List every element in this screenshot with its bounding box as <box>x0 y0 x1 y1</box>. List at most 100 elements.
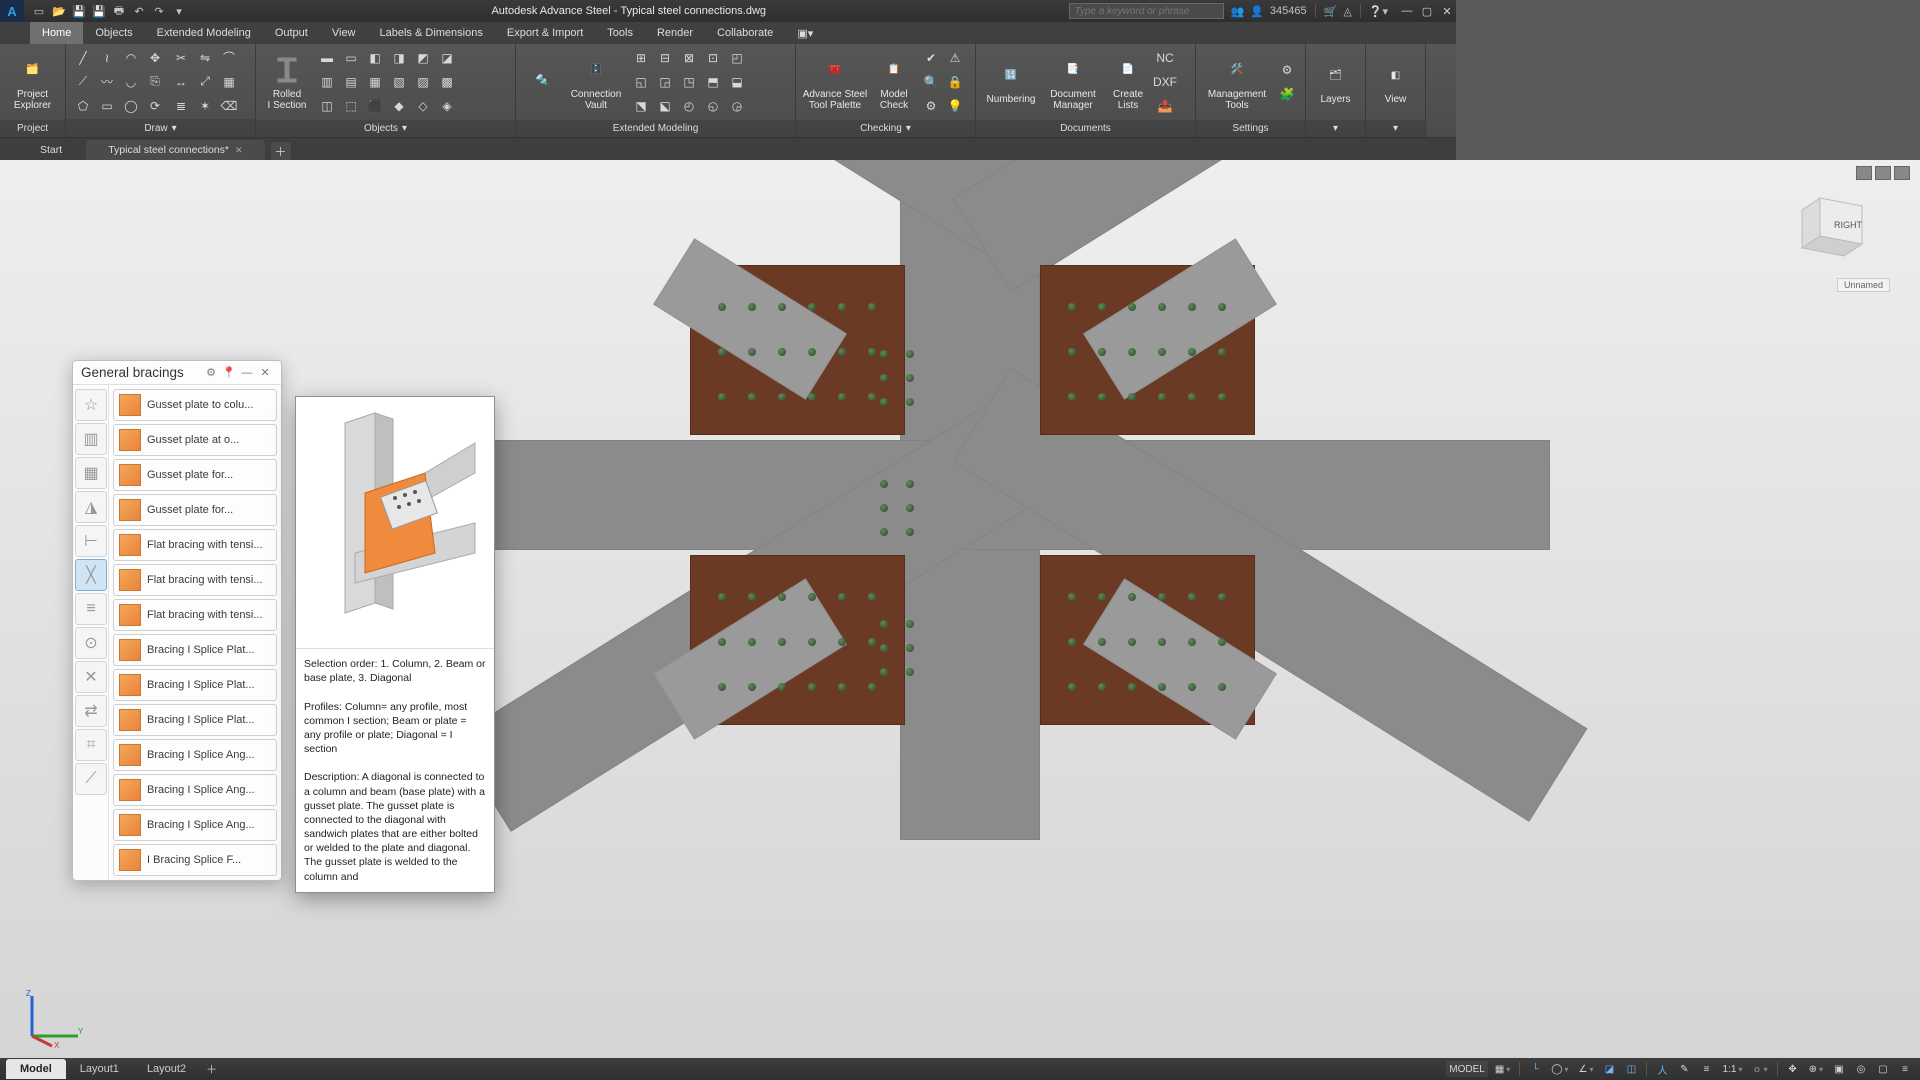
user-icon[interactable]: 👤 <box>1250 5 1264 18</box>
obj-icon[interactable]: ◫ <box>316 95 338 117</box>
vp-maximize-icon[interactable] <box>1875 166 1891 180</box>
user-label[interactable]: 345465 <box>1270 5 1307 17</box>
obj-icon[interactable]: ◨ <box>388 47 410 69</box>
obj-icon[interactable]: ⬛ <box>364 95 386 117</box>
array-icon[interactable]: ▦ <box>218 71 240 93</box>
move-icon[interactable]: ✥ <box>144 47 166 69</box>
status-anno-icon[interactable]: ⊕▾ <box>1806 1061 1826 1077</box>
scale-icon[interactable]: ⤢ <box>194 71 216 93</box>
palette-item[interactable]: Gusset plate for... <box>113 494 277 526</box>
search-input[interactable] <box>1069 3 1224 19</box>
palette-tab[interactable]: ◮ <box>75 491 107 523</box>
qat-more-icon[interactable]: ▾ <box>170 3 188 19</box>
panel-label-objects[interactable]: Objects ▾ <box>256 120 515 137</box>
doc-icon[interactable]: DXF <box>1154 71 1176 93</box>
ext-icon[interactable]: ◴ <box>678 95 700 117</box>
obj-icon[interactable]: ▤ <box>340 71 362 93</box>
document-manager-button[interactable]: 📑Document Manager <box>1044 46 1102 118</box>
status-3dosnap-icon[interactable]: ◫ <box>1622 1061 1640 1077</box>
erase-icon[interactable]: ⌫ <box>218 95 240 117</box>
signin-icon[interactable]: 👥 <box>1230 5 1244 18</box>
palette-tab[interactable]: ⊙ <box>75 627 107 659</box>
panel-label-checking[interactable]: Checking ▾ <box>796 120 975 137</box>
line-icon[interactable]: ╱ <box>72 47 94 69</box>
gear-icon[interactable]: ⚙ <box>203 365 219 381</box>
status-clean-icon[interactable]: ▢ <box>1874 1061 1892 1077</box>
help-icon[interactable]: ❔▾ <box>1369 5 1388 18</box>
view-cube[interactable]: RIGHT Unnamed <box>1790 186 1880 276</box>
close-icon[interactable]: ✕ <box>257 365 273 381</box>
palette-tab-selected[interactable]: ╳ <box>75 559 107 591</box>
ext-icon[interactable]: ⬔ <box>630 95 652 117</box>
ribbon-tab-output[interactable]: Output <box>263 22 320 44</box>
obj-icon[interactable]: ▥ <box>316 71 338 93</box>
view-state-label[interactable]: Unnamed <box>1837 278 1890 292</box>
construction-line-icon[interactable]: ⟋ <box>72 71 94 93</box>
status-snap-icon[interactable]: └ <box>1526 1061 1544 1077</box>
palette-item[interactable]: Bracing I Splice Ang... <box>113 774 277 806</box>
ext-icon[interactable]: ◰ <box>726 47 748 69</box>
status-model-button[interactable]: MODEL <box>1446 1061 1488 1077</box>
status-dynamic-ucs-icon[interactable]: 人 <box>1653 1061 1671 1077</box>
ribbon-tab-home[interactable]: Home <box>30 22 83 44</box>
ribbon-tab-objects[interactable]: Objects <box>83 22 144 44</box>
ext-icon[interactable]: ◵ <box>702 95 724 117</box>
tab-file[interactable]: Typical steel connections*✕ <box>86 140 264 160</box>
palette-tab[interactable]: ▦ <box>75 457 107 489</box>
palette-item[interactable]: Flat bracing with tensi... <box>113 599 277 631</box>
ribbon-tab-labels[interactable]: Labels & Dimensions <box>368 22 495 44</box>
palette-item[interactable]: Flat bracing with tensi... <box>113 529 277 561</box>
palette-tab[interactable]: ⇄ <box>75 695 107 727</box>
palette-tab[interactable]: ▥ <box>75 423 107 455</box>
management-tools-button[interactable]: 🛠️Management Tools <box>1202 46 1272 118</box>
ribbon-tab-collaborate[interactable]: Collaborate <box>705 22 785 44</box>
status-isoplane-icon[interactable]: ✥ <box>1784 1061 1802 1077</box>
rolled-isection-button[interactable]: Rolled I Section <box>262 46 312 118</box>
obj-icon[interactable]: ◆ <box>388 95 410 117</box>
status-customize-icon[interactable]: ≡ <box>1896 1061 1914 1077</box>
status-gear-icon[interactable]: ☼▾ <box>1749 1061 1770 1077</box>
obj-icon[interactable]: ▦ <box>364 71 386 93</box>
check-icon[interactable]: 🔒 <box>944 71 966 93</box>
minimize-icon[interactable]: — <box>239 365 255 381</box>
doc-icon[interactable]: NC <box>1154 47 1176 69</box>
ribbon-tab-expand-icon[interactable]: ▣▾ <box>785 22 825 44</box>
numbering-button[interactable]: 🔢Numbering <box>982 46 1040 118</box>
panel-label-project[interactable]: Project <box>0 120 65 137</box>
connection-vault-button[interactable]: 🗄️Connection Vault <box>566 46 626 118</box>
palette-item[interactable]: I Bracing Splice F... <box>113 844 277 876</box>
qat-print-icon[interactable]: 🖶 <box>110 3 128 19</box>
obj-icon[interactable]: ▭ <box>340 47 362 69</box>
status-isolate-icon[interactable]: ◎ <box>1852 1061 1870 1077</box>
palette-item[interactable]: Gusset plate to colu... <box>113 389 277 421</box>
ext-icon[interactable]: ⊟ <box>654 47 676 69</box>
layout-tab-layout1[interactable]: Layout1 <box>66 1059 133 1079</box>
palette-item[interactable]: Bracing I Splice Ang... <box>113 739 277 771</box>
status-osnap-icon[interactable]: ◪ <box>1600 1061 1618 1077</box>
obj-icon[interactable]: ◈ <box>436 95 458 117</box>
panel-label-layers[interactable]: ▾ <box>1306 120 1365 137</box>
tab-start[interactable]: Start <box>18 140 84 160</box>
palette-tab[interactable]: ☆ <box>75 389 107 421</box>
restore-button[interactable]: ▢ <box>1418 4 1436 18</box>
panel-label-draw[interactable]: Draw ▾ <box>66 119 255 137</box>
pin-icon[interactable]: 📍 <box>221 365 237 381</box>
circle-icon[interactable]: ◯ <box>120 95 142 117</box>
close-button[interactable]: ✕ <box>1438 4 1456 18</box>
layout-tab-model[interactable]: Model <box>6 1059 66 1079</box>
status-grid-icon[interactable]: ▦ ▾ <box>1492 1061 1513 1077</box>
ext-split-button[interactable]: 🔩 <box>522 46 562 118</box>
model-check-button[interactable]: 📋Model Check <box>872 46 916 118</box>
palette-tab[interactable]: ✕ <box>75 661 107 693</box>
palette-tab[interactable]: ⌗ <box>75 729 107 761</box>
app-logo[interactable]: A <box>0 0 24 22</box>
rect-icon[interactable]: ▭ <box>96 95 118 117</box>
check-icon[interactable]: 💡 <box>944 95 966 117</box>
check-icon[interactable]: ⚠ <box>944 47 966 69</box>
minimize-button[interactable]: — <box>1398 4 1416 18</box>
doc-icon[interactable]: 📤 <box>1154 95 1176 117</box>
status-dyn-input-icon[interactable]: ✎ <box>1675 1061 1693 1077</box>
obj-icon[interactable]: ◩ <box>412 47 434 69</box>
palette-item[interactable]: Bracing I Splice Plat... <box>113 704 277 736</box>
obj-icon[interactable]: ◪ <box>436 47 458 69</box>
